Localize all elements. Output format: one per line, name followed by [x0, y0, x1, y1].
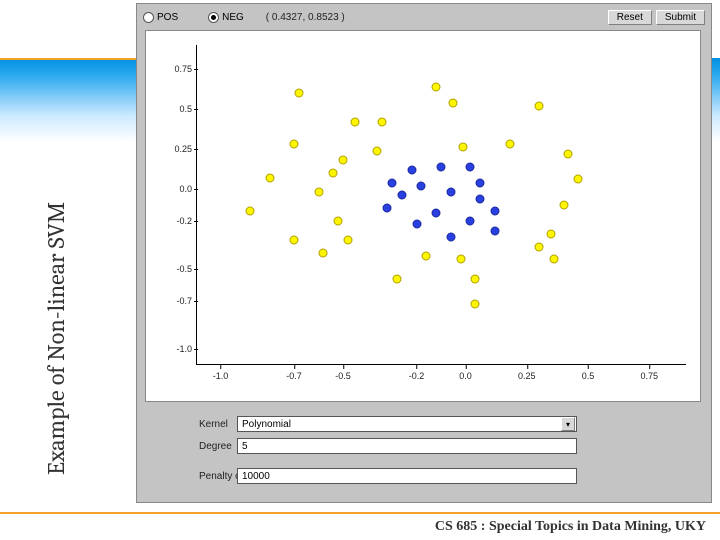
slide-title: Example of Non-linear SVM — [42, 202, 70, 475]
pos-point — [432, 82, 441, 91]
pos-point — [505, 140, 514, 149]
degree-value: 5 — [242, 441, 248, 452]
neg-point — [397, 191, 406, 200]
y-tick-label: 0.5 — [158, 104, 192, 114]
penalty-row: Penalty on Error 10000 — [145, 466, 701, 486]
reset-button[interactable]: Reset — [608, 10, 652, 25]
neg-point — [446, 188, 455, 197]
neg-point — [490, 226, 499, 235]
footer-text: CS 685 : Special Topics in Data Mining, … — [435, 519, 706, 535]
class-pos-radio-group[interactable]: POS — [143, 12, 178, 23]
degree-input[interactable]: 5 — [237, 438, 577, 454]
pos-point — [314, 188, 323, 197]
pos-point — [456, 255, 465, 264]
neg-point — [476, 194, 485, 203]
x-tick-label: 0.75 — [640, 371, 658, 381]
plot-area: -1.0-0.7-0.5-0.20.00.250.50.75-1.0-0.7-0… — [196, 45, 686, 365]
header-accent-line — [0, 58, 136, 60]
pos-point — [290, 236, 299, 245]
kernel-label: Kernel — [145, 419, 237, 430]
x-tick-label: -0.2 — [409, 371, 425, 381]
neg-point — [388, 178, 397, 187]
pos-point — [535, 101, 544, 110]
pos-point — [343, 236, 352, 245]
x-tick-label: 0.25 — [518, 371, 536, 381]
degree-label: Degree — [145, 441, 237, 452]
neg-point — [476, 178, 485, 187]
x-tick-label: -1.0 — [213, 371, 229, 381]
pos-point — [574, 175, 583, 184]
parameters-form: Kernel Polynomial ▾ Degree 5 Penalty on … — [145, 406, 701, 496]
y-axis-line — [196, 45, 197, 365]
neg-point — [446, 233, 455, 242]
y-tick-label: 0.75 — [158, 64, 192, 74]
y-tick-label: -0.7 — [158, 296, 192, 306]
pos-point — [319, 249, 328, 258]
kernel-value: Polynomial — [242, 419, 291, 430]
y-tick-label: 0.25 — [158, 144, 192, 154]
class-neg-radio-group[interactable]: NEG — [208, 12, 244, 23]
radio-neg-label: NEG — [222, 12, 244, 23]
pos-point — [339, 156, 348, 165]
pos-point — [329, 169, 338, 178]
cursor-coordinates: ( 0.4327, 0.8523 ) — [266, 12, 345, 23]
svm-applet-panel: POS NEG ( 0.4327, 0.8523 ) Reset Submit … — [136, 3, 712, 503]
pos-point — [559, 201, 568, 210]
pos-point — [351, 117, 360, 126]
penalty-input[interactable]: 10000 — [237, 468, 577, 484]
pos-point — [459, 143, 468, 152]
y-tick-label: -1.0 — [158, 344, 192, 354]
submit-button[interactable]: Submit — [656, 10, 705, 25]
pos-point — [422, 252, 431, 261]
neg-point — [437, 162, 446, 171]
pos-point — [549, 255, 558, 264]
y-tick-label: -0.2 — [158, 216, 192, 226]
kernel-row: Kernel Polynomial ▾ — [145, 414, 701, 434]
neg-point — [466, 217, 475, 226]
pos-point — [265, 173, 274, 182]
pos-point — [373, 146, 382, 155]
pos-point — [392, 274, 401, 283]
neg-point — [407, 165, 416, 174]
radio-pos-icon — [143, 12, 154, 23]
x-tick-label: -0.7 — [286, 371, 302, 381]
pos-point — [290, 140, 299, 149]
pos-point — [334, 217, 343, 226]
y-tick-label: 0.0 — [158, 184, 192, 194]
pos-point — [564, 149, 573, 158]
slide-footer: CS 685 : Special Topics in Data Mining, … — [0, 512, 720, 540]
x-tick-label: 0.5 — [582, 371, 595, 381]
pos-point — [471, 274, 480, 283]
pos-point — [378, 117, 387, 126]
toolbar: POS NEG ( 0.4327, 0.8523 ) Reset Submit — [137, 4, 711, 30]
x-tick-label: -0.5 — [335, 371, 351, 381]
y-tick-label: -0.5 — [158, 264, 192, 274]
penalty-value: 10000 — [242, 471, 270, 482]
pos-point — [294, 89, 303, 98]
neg-point — [432, 209, 441, 218]
pos-point — [245, 207, 254, 216]
neg-point — [490, 207, 499, 216]
radio-neg-icon — [208, 12, 219, 23]
x-tick-label: 0.0 — [459, 371, 472, 381]
pos-point — [471, 300, 480, 309]
penalty-label: Penalty on Error — [145, 471, 237, 482]
pos-point — [535, 242, 544, 251]
neg-point — [466, 162, 475, 171]
pos-point — [547, 229, 556, 238]
chevron-down-icon: ▾ — [561, 417, 575, 431]
neg-point — [383, 204, 392, 213]
neg-point — [417, 181, 426, 190]
degree-row: Degree 5 — [145, 436, 701, 456]
x-axis-line — [196, 364, 686, 365]
radio-pos-label: POS — [157, 12, 178, 23]
neg-point — [412, 220, 421, 229]
pos-point — [449, 98, 458, 107]
scatter-plot[interactable]: -1.0 -0.7 -0.5 -0.2 0.0 0.25 0.5 0.75 -1.0 -0.7 -0… — [145, 30, 701, 402]
kernel-select[interactable]: Polynomial ▾ — [237, 416, 577, 432]
